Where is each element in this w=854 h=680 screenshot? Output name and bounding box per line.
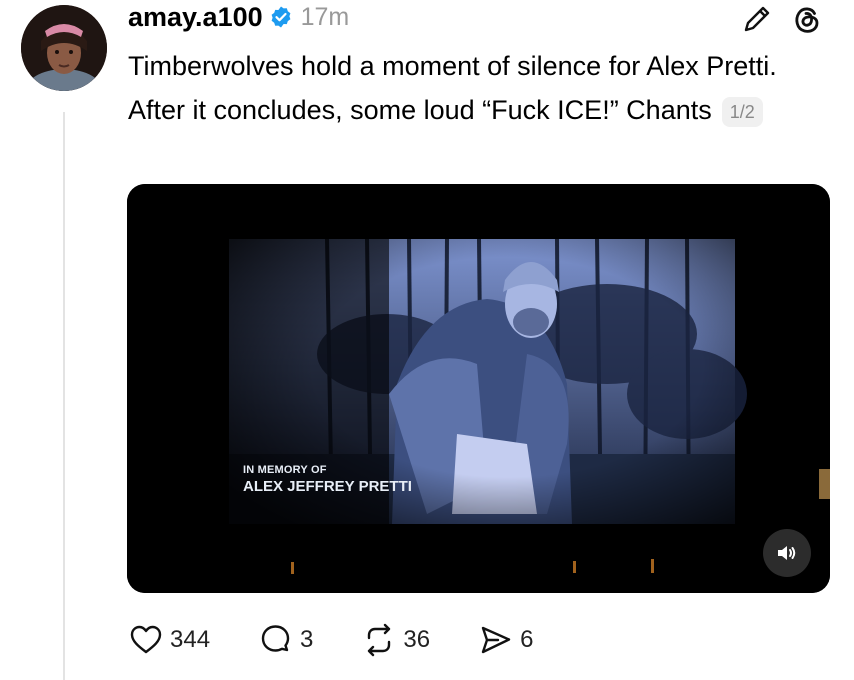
video-player[interactable]: IN MEMORY OF ALEX JEFFREY PRETTI (127, 184, 830, 593)
username[interactable]: amay.a100 (128, 2, 263, 33)
reply-count: 3 (300, 626, 314, 653)
share-button[interactable]: 6 (478, 622, 533, 658)
video-frame (127, 184, 830, 593)
repost-icon (368, 623, 391, 657)
sound-toggle-button[interactable] (763, 529, 811, 577)
post-text: Timberwolves hold a moment of silence fo… (128, 51, 777, 125)
post-body: Timberwolves hold a moment of silence fo… (128, 44, 818, 132)
caption-line1: IN MEMORY OF (243, 464, 327, 476)
repost-count: 36 (403, 626, 431, 653)
like-button[interactable]: 344 (128, 622, 210, 658)
verified-badge-icon (269, 5, 293, 29)
edit-pencil-icon[interactable] (740, 2, 774, 36)
reply-button[interactable]: 3 (258, 622, 313, 658)
avatar[interactable] (21, 5, 107, 91)
video-caption: IN MEMORY OF ALEX JEFFREY PRETTI (243, 464, 412, 495)
speaker-icon (778, 546, 796, 560)
caption-line2: ALEX JEFFREY PRETTI (243, 478, 412, 495)
like-count: 344 (170, 626, 211, 653)
media-counter: 1/2 (721, 96, 763, 127)
reply-icon (261, 625, 290, 652)
share-count: 6 (520, 626, 534, 653)
threads-logo-icon[interactable] (790, 2, 824, 36)
share-icon (481, 626, 511, 654)
post-timestamp: 17m (300, 2, 350, 31)
repost-button[interactable]: 36 (361, 622, 430, 658)
heart-icon (130, 625, 162, 654)
thread-line (63, 112, 65, 680)
avatar-image (21, 5, 107, 91)
post-header: amay.a100 17m (128, 0, 349, 34)
action-bar: 344 3 36 6 (128, 618, 581, 662)
